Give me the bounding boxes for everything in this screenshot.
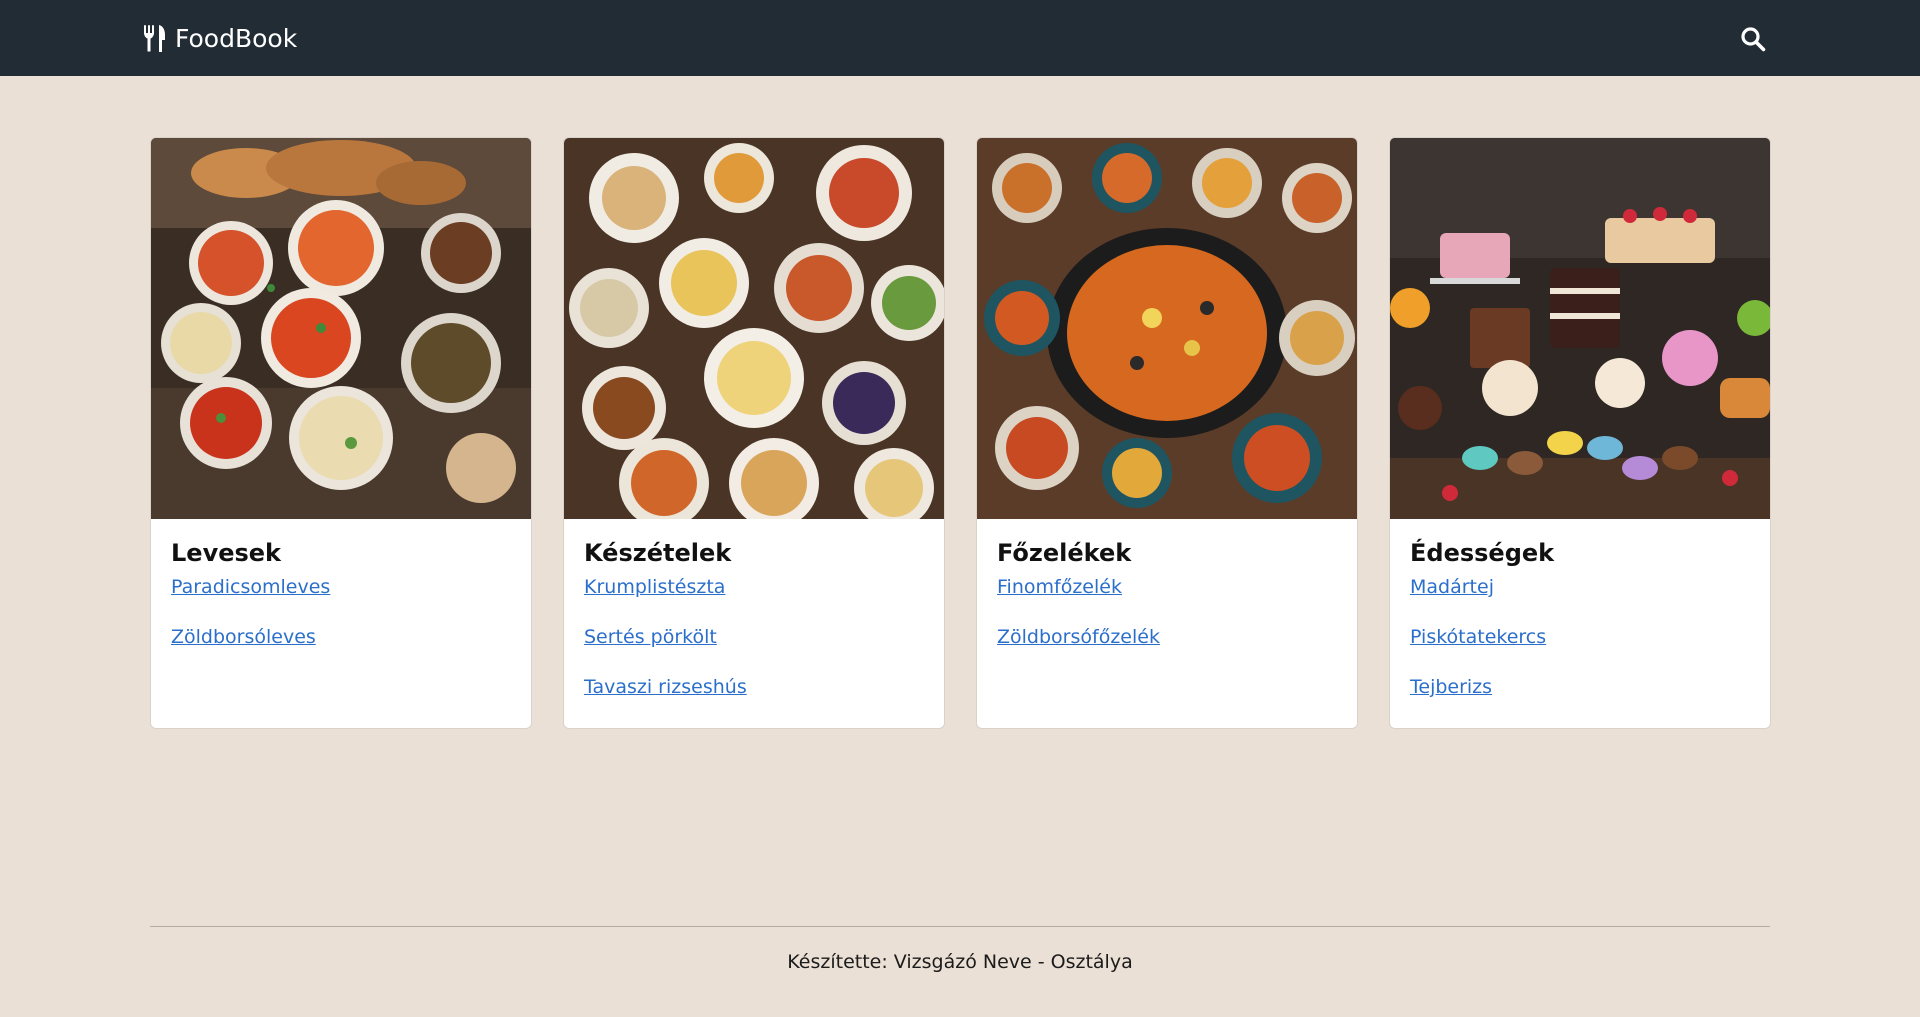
card-title: Levesek [171,539,282,567]
recipe-link[interactable]: Tavaszi rizseshús [584,675,924,700]
fork-knife-icon [143,24,167,52]
category-card-edessegek: Édességek Madártej Piskótatekercs Tejber… [1389,137,1771,729]
card-title: Főzelékek [997,539,1132,567]
recipe-link[interactable]: Piskótatekercs [1410,625,1750,650]
card-title: Édességek [1410,539,1555,567]
category-card-keszetelek: Készételek Krumplistészta Sertés pörkölt… [563,137,945,729]
search-button[interactable] [1738,24,1768,54]
brand-link[interactable]: FoodBook [143,0,297,76]
recipe-link[interactable]: Madártej [1410,575,1750,600]
recipe-link[interactable]: Tejberizs [1410,675,1750,700]
recipe-link[interactable]: Sertés pörkölt [584,625,924,650]
recipe-link[interactable]: Zöldborsófőzelék [997,625,1337,650]
recipe-link[interactable]: Krumplistészta [584,575,924,600]
recipe-link[interactable]: Zöldborsóleves [171,625,511,650]
footer-divider [150,926,1770,927]
stews-photo [977,138,1357,519]
search-icon [1740,26,1766,52]
recipe-link[interactable]: Paradicsomleves [171,575,511,600]
category-cards: Levesek Paradicsomleves Zöldborsóleves K… [150,137,1771,729]
recipe-link[interactable]: Finomfőzelék [997,575,1337,600]
ready-meals-photo [564,138,944,519]
brand-name: FoodBook [175,23,298,53]
card-title: Készételek [584,539,732,567]
desserts-photo [1390,138,1770,519]
soups-photo [151,138,531,519]
category-card-fozelekek: Főzelékek Finomfőzelék Zöldborsófőzelék [976,137,1358,729]
footer-credit: Készítette: Vizsgázó Neve - Osztálya [787,951,1133,973]
top-navbar: FoodBook [0,0,1920,76]
category-card-levesek: Levesek Paradicsomleves Zöldborsóleves [150,137,532,729]
